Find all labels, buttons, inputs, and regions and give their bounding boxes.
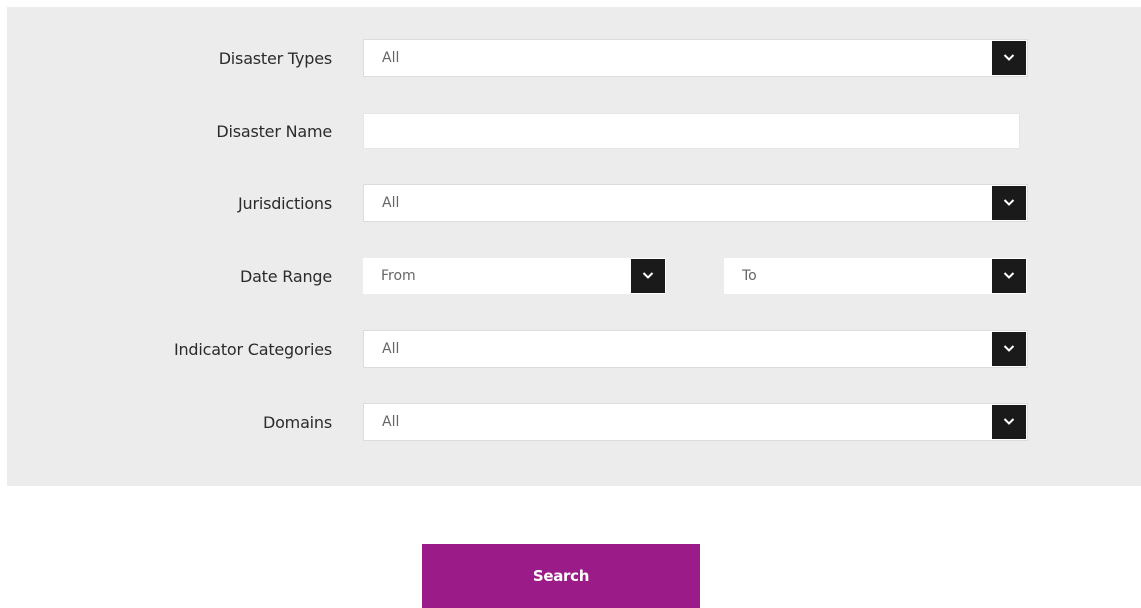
search-button[interactable]: Search [422,544,700,608]
chevron-down-icon[interactable] [992,41,1026,75]
chevron-down-icon[interactable] [992,332,1026,366]
jurisdictions-select[interactable]: All [363,184,1028,222]
indicator-categories-label: Indicator Categories [173,340,332,359]
chevron-down-icon[interactable] [992,259,1026,293]
disaster-types-label: Disaster Types [218,49,333,68]
date-to-select[interactable]: To [724,258,1027,294]
jurisdictions-value: All [382,195,400,211]
jurisdictions-label: Jurisdictions [237,194,332,213]
chevron-down-icon[interactable] [631,259,665,293]
date-from-value: From [381,268,416,284]
chevron-down-icon[interactable] [992,405,1026,439]
disaster-name-input[interactable] [363,113,1020,149]
domains-select[interactable]: All [363,403,1028,441]
indicator-categories-value: All [382,341,400,357]
date-to-value: To [742,268,757,284]
domains-label: Domains [262,413,332,432]
chevron-down-icon[interactable] [992,186,1026,220]
disaster-types-value: All [382,50,400,66]
disaster-types-select[interactable]: All [363,39,1028,77]
domains-value: All [382,414,400,430]
disaster-name-label: Disaster Name [216,122,332,141]
date-range-label: Date Range [239,267,332,286]
indicator-categories-select[interactable]: All [363,330,1028,368]
search-filter-panel: Disaster Types All Disaster Name Jurisdi… [7,7,1141,486]
date-from-select[interactable]: From [363,258,666,294]
